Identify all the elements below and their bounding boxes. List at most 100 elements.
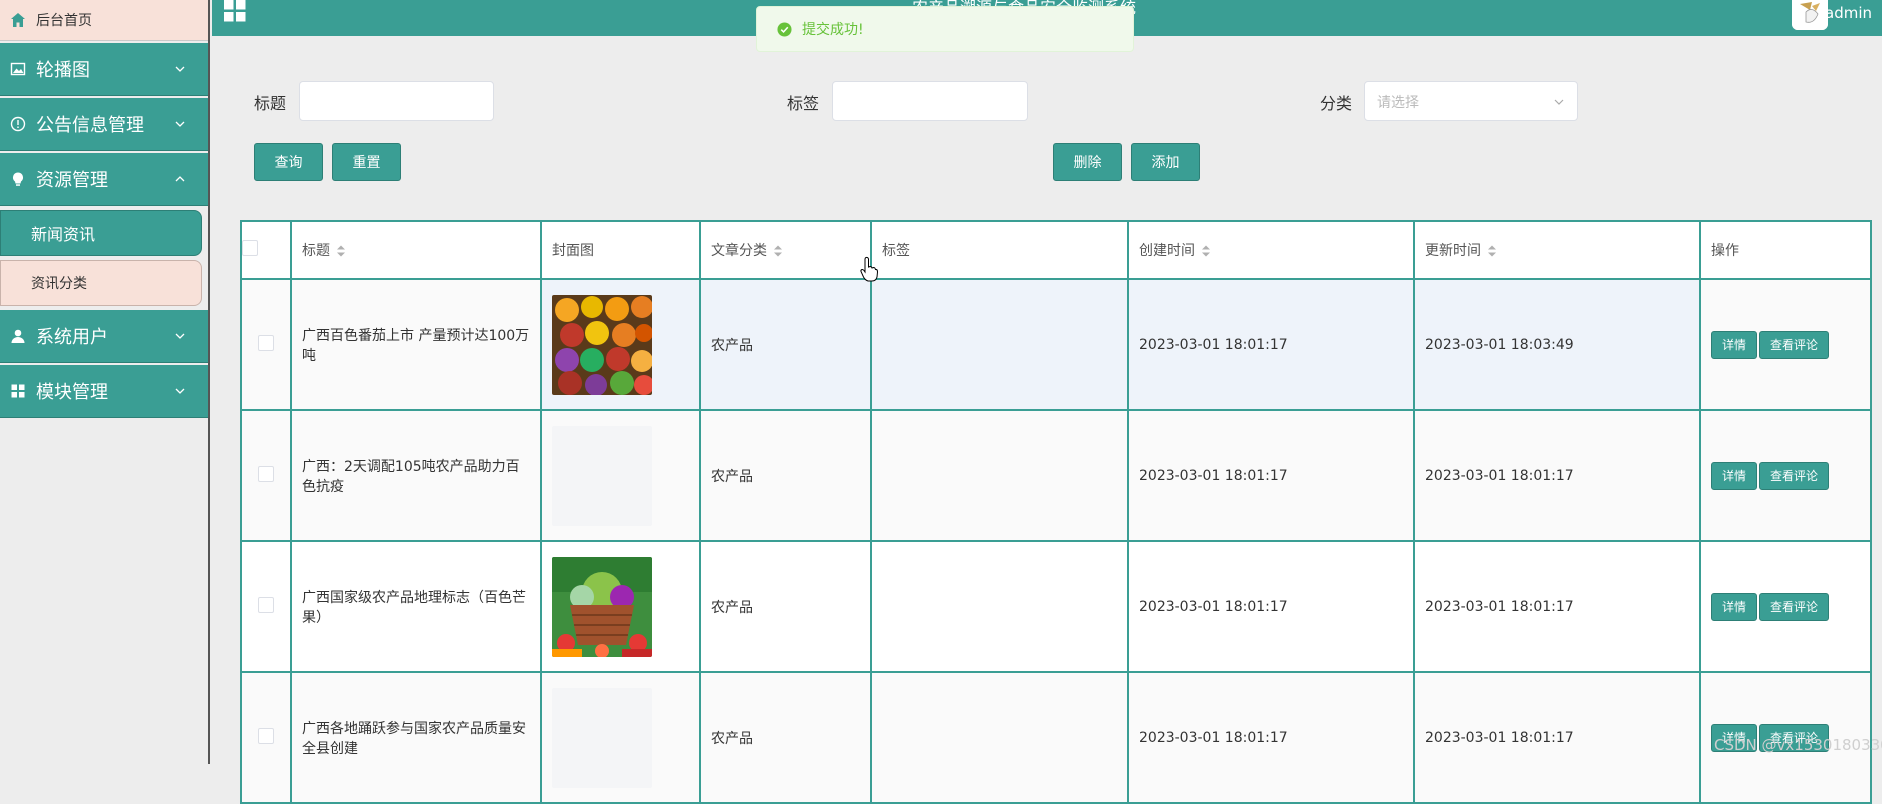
sidebar-group-resources[interactable]: 资源管理	[0, 153, 208, 206]
vegetable-basket-image[interactable]	[552, 556, 652, 657]
row-actions: 详情 查看评论	[1699, 409, 1872, 542]
column-header-created[interactable]: 创建时间	[1127, 220, 1415, 280]
sidebar-item-news-category[interactable]: 资讯分类	[0, 260, 202, 306]
sort-icon[interactable]	[336, 244, 346, 258]
sort-icon[interactable]	[773, 244, 783, 258]
sidebar-item-news[interactable]: 新闻资讯	[0, 210, 202, 256]
avatar[interactable]	[1792, 0, 1828, 30]
table-header-row: 标题 封面图 文章分类 标签 创建时间 更新时间 操作	[240, 220, 1872, 280]
chevron-down-icon	[175, 333, 185, 339]
title-filter-label: 标题	[254, 94, 287, 113]
row-created: 2023-03-01 18:01:17	[1127, 540, 1415, 673]
info-icon	[10, 116, 26, 132]
sidebar-group-label: 资源管理	[36, 170, 108, 191]
table-row[interactable]: 广西：2天调配105吨农产品助力百色抗疫 农产品 2023-03-01 18:0…	[240, 409, 1872, 542]
select-all-cell[interactable]	[240, 220, 292, 280]
select-all-checkbox[interactable]	[242, 240, 258, 256]
row-checkbox[interactable]	[258, 596, 274, 613]
row-checkbox[interactable]	[258, 727, 274, 744]
empty-cover-image[interactable]	[552, 425, 652, 526]
row-cover[interactable]	[540, 540, 701, 673]
view-comments-button[interactable]: 查看评论	[1759, 461, 1830, 490]
row-created: 2023-03-01 18:01:17	[1127, 409, 1415, 542]
add-button[interactable]: 添加	[1131, 143, 1200, 181]
current-user-name[interactable]: admin	[1825, 4, 1872, 22]
row-select-cell[interactable]	[240, 540, 292, 673]
row-category: 农产品	[699, 278, 872, 411]
column-header-cover: 封面图	[540, 220, 701, 280]
sidebar-group-modules[interactable]: 模块管理	[0, 365, 208, 418]
row-cover[interactable]	[540, 278, 701, 411]
chevron-down-icon	[175, 66, 185, 72]
view-comments-button[interactable]: 查看评论	[1759, 592, 1830, 621]
table-row[interactable]: 广西国家级农产品地理标志（百色芒果） 农产品 2023-03-01 18:01:…	[240, 540, 1872, 673]
row-updated: 2023-03-01 18:03:49	[1413, 278, 1701, 411]
sidebar-group-label: 轮播图	[36, 60, 90, 81]
row-checkbox[interactable]	[258, 465, 274, 482]
news-table: 标题 封面图 文章分类 标签 创建时间 更新时间 操作 广西百色番茄上市 产量预…	[240, 220, 1872, 804]
home-icon	[11, 13, 25, 27]
sort-icon[interactable]	[1201, 244, 1211, 258]
row-updated: 2023-03-01 18:01:17	[1413, 409, 1701, 542]
tag-filter-label: 标签	[787, 94, 820, 113]
sidebar-group-label: 系统用户	[36, 327, 108, 348]
sidebar-group-users[interactable]: 系统用户	[0, 310, 208, 363]
view-comments-button[interactable]: 查看评论	[1759, 330, 1830, 359]
row-cover[interactable]	[540, 409, 701, 542]
image-icon	[10, 62, 26, 76]
empty-cover-image[interactable]	[552, 687, 652, 788]
sidebar-group-notice[interactable]: 公告信息管理	[0, 98, 208, 151]
lightbulb-icon	[12, 172, 24, 186]
row-created: 2023-03-01 18:01:17	[1127, 278, 1415, 411]
row-title: 广西：2天调配105吨农产品助力百色抗疫	[290, 409, 542, 542]
row-tag	[870, 671, 1129, 804]
row-tag	[870, 278, 1129, 411]
detail-button[interactable]: 详情	[1711, 461, 1758, 490]
sidebar: 后台首页 轮播图 公告信息管理 资源管理 新闻资讯 资讯分类 系统用户 模块管理	[0, 0, 210, 764]
user-icon	[11, 329, 25, 343]
grid-icon	[11, 384, 25, 398]
table-row[interactable]: 广西百色番茄上市 产量预计达100万吨 农产品 2023-03-01 18:01…	[240, 278, 1872, 411]
reset-button[interactable]: 重置	[332, 143, 401, 181]
avatar-image	[1792, 0, 1828, 30]
chevron-down-icon	[175, 388, 185, 394]
query-button[interactable]: 查询	[254, 143, 323, 181]
sidebar-item-label: 后台首页	[36, 13, 92, 29]
row-select-cell[interactable]	[240, 671, 292, 804]
row-tag	[870, 540, 1129, 673]
category-filter-label: 分类	[1320, 94, 1353, 113]
sort-icon[interactable]	[1487, 244, 1497, 258]
menu-toggle-icon[interactable]	[224, 0, 246, 22]
sidebar-group-label: 模块管理	[36, 382, 108, 403]
table-row[interactable]: 广西各地踊跃参与国家农产品质量安全县创建 农产品 2023-03-01 18:0…	[240, 671, 1872, 804]
row-category: 农产品	[699, 671, 872, 804]
sidebar-group-label: 公告信息管理	[36, 115, 144, 136]
delete-button[interactable]: 删除	[1053, 143, 1122, 181]
row-cover[interactable]	[540, 671, 701, 804]
detail-button[interactable]: 详情	[1711, 330, 1758, 359]
column-header-title[interactable]: 标题	[290, 220, 542, 280]
column-header-category[interactable]: 文章分类	[699, 220, 872, 280]
sidebar-item-home[interactable]: 后台首页	[0, 0, 208, 41]
row-checkbox[interactable]	[258, 334, 274, 351]
success-toast: 提交成功!	[756, 6, 1134, 52]
chevron-down-icon	[1554, 99, 1564, 105]
row-select-cell[interactable]	[240, 409, 292, 542]
row-title: 广西各地踊跃参与国家农产品质量安全县创建	[290, 671, 542, 804]
tag-filter-input[interactable]	[832, 81, 1028, 121]
detail-button[interactable]: 详情	[1711, 592, 1758, 621]
row-actions: 详情 查看评论	[1699, 540, 1872, 673]
title-filter-input[interactable]	[299, 81, 494, 121]
row-category: 农产品	[699, 540, 872, 673]
sidebar-group-carousel[interactable]: 轮播图	[0, 43, 208, 96]
fruit-basket-image[interactable]	[552, 294, 652, 395]
row-created: 2023-03-01 18:01:17	[1127, 671, 1415, 804]
row-select-cell[interactable]	[240, 278, 292, 411]
row-actions: 详情 查看评论	[1699, 278, 1872, 411]
row-updated: 2023-03-01 18:01:17	[1413, 540, 1701, 673]
column-header-actions: 操作	[1699, 220, 1872, 280]
category-select-placeholder: 请选择	[1377, 95, 1419, 111]
category-select[interactable]: 请选择	[1364, 81, 1578, 121]
column-header-updated[interactable]: 更新时间	[1413, 220, 1701, 280]
column-header-tag: 标签	[870, 220, 1129, 280]
